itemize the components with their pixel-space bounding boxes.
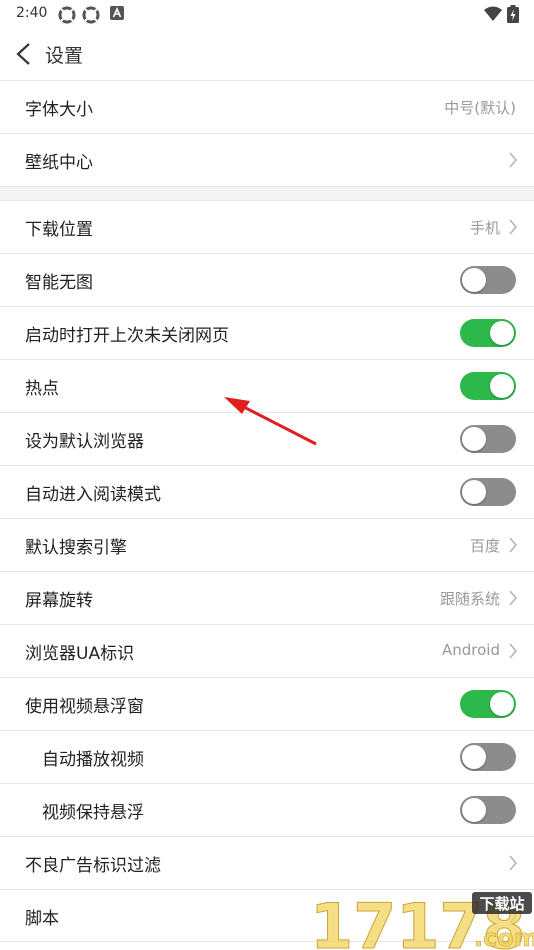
status-time: 2:40 (16, 5, 48, 21)
chevron-right-icon (509, 855, 518, 871)
setting-label: 脚本 (25, 909, 59, 929)
chevron-right-icon (509, 590, 518, 606)
toggle-knob (490, 692, 514, 716)
setting-label: 浏览器UA标识 (25, 644, 135, 664)
setting-auto-reading-mode: 自动进入阅读模式 (0, 465, 534, 518)
setting-wallpaper-center[interactable]: 壁纸中心 (0, 133, 534, 186)
setting-label: 壁纸中心 (25, 153, 93, 173)
app-bar: 设置 (0, 28, 534, 80)
setting-label: 热点 (25, 379, 59, 399)
setting-hotspot: 热点 (0, 359, 534, 412)
setting-smart-no-image: 智能无图 (0, 253, 534, 306)
setting-label: 字体大小 (25, 100, 93, 120)
toggle-knob (462, 268, 486, 292)
wifi-icon (484, 6, 502, 21)
setting-restore-tabs: 启动时打开上次未关闭网页 (0, 306, 534, 359)
setting-value: 百度 (469, 537, 500, 555)
setting-user-agent[interactable]: 浏览器UA标识 Android (0, 624, 534, 677)
setting-label: 自动进入阅读模式 (25, 485, 161, 505)
setting-label: 使用视频悬浮窗 (25, 697, 144, 717)
default-browser-toggle[interactable] (460, 425, 516, 453)
setting-label: 自动播放视频 (42, 750, 144, 770)
toggle-knob (462, 745, 486, 769)
toggle-knob (490, 321, 514, 345)
setting-label: 不良广告标识过滤 (25, 856, 161, 876)
setting-autoplay-video: 自动播放视频 (0, 730, 534, 783)
site-watermark-logo: 17178 下载站 .com (310, 890, 534, 950)
back-arrow-icon[interactable] (14, 42, 34, 66)
setting-video-float-window: 使用视频悬浮窗 (0, 677, 534, 730)
app-notification-icon (58, 6, 76, 24)
battery-icon (507, 5, 519, 23)
restore-tabs-toggle[interactable] (460, 319, 516, 347)
video-float-window-toggle[interactable] (460, 690, 516, 718)
settings-list: 字体大小 中号(默认) 壁纸中心 下载位置 手机 智能无图 启动时打开上次未关闭… (0, 80, 534, 942)
toggle-knob (462, 798, 486, 822)
setting-value: 中号(默认) (444, 99, 516, 117)
chevron-right-icon (509, 219, 518, 235)
chevron-right-icon (509, 643, 518, 659)
setting-label: 屏幕旋转 (25, 591, 93, 611)
setting-screen-rotation[interactable]: 屏幕旋转 跟随系统 (0, 571, 534, 624)
setting-value: 跟随系统 (439, 590, 500, 608)
page-title: 设置 (45, 45, 84, 67)
toggle-knob (462, 480, 486, 504)
font-notification-icon (110, 6, 124, 20)
setting-value: 手机 (469, 219, 500, 237)
setting-default-browser: 设为默认浏览器 (0, 412, 534, 465)
hotspot-toggle[interactable] (460, 372, 516, 400)
chevron-right-icon (509, 152, 518, 168)
status-bar: 2:40 (0, 0, 534, 28)
setting-label: 启动时打开上次未关闭网页 (25, 326, 229, 346)
setting-keep-video-floating: 视频保持悬浮 (0, 783, 534, 836)
autoplay-video-toggle[interactable] (460, 743, 516, 771)
section-divider (0, 186, 534, 200)
setting-label: 视频保持悬浮 (42, 803, 144, 823)
toggle-knob (462, 427, 486, 451)
setting-value: Android (442, 641, 500, 659)
setting-label: 下载位置 (25, 220, 93, 240)
setting-label: 智能无图 (25, 273, 93, 293)
toggle-knob (490, 374, 514, 398)
smart-no-image-toggle[interactable] (460, 266, 516, 294)
watermark-badge: 下载站 (479, 895, 524, 913)
setting-ad-filter[interactable]: 不良广告标识过滤 (0, 836, 534, 889)
setting-label: 设为默认浏览器 (25, 432, 144, 452)
setting-default-search-engine[interactable]: 默认搜索引擎 百度 (0, 518, 534, 571)
chevron-right-icon (509, 537, 518, 553)
keep-video-floating-toggle[interactable] (460, 796, 516, 824)
setting-font-size[interactable]: 字体大小 中号(默认) (0, 80, 534, 133)
watermark-suffix: .com (474, 924, 534, 950)
setting-label: 默认搜索引擎 (25, 538, 127, 558)
app-notification-icon (82, 6, 100, 24)
setting-download-location[interactable]: 下载位置 手机 (0, 200, 534, 253)
auto-reading-mode-toggle[interactable] (460, 478, 516, 506)
